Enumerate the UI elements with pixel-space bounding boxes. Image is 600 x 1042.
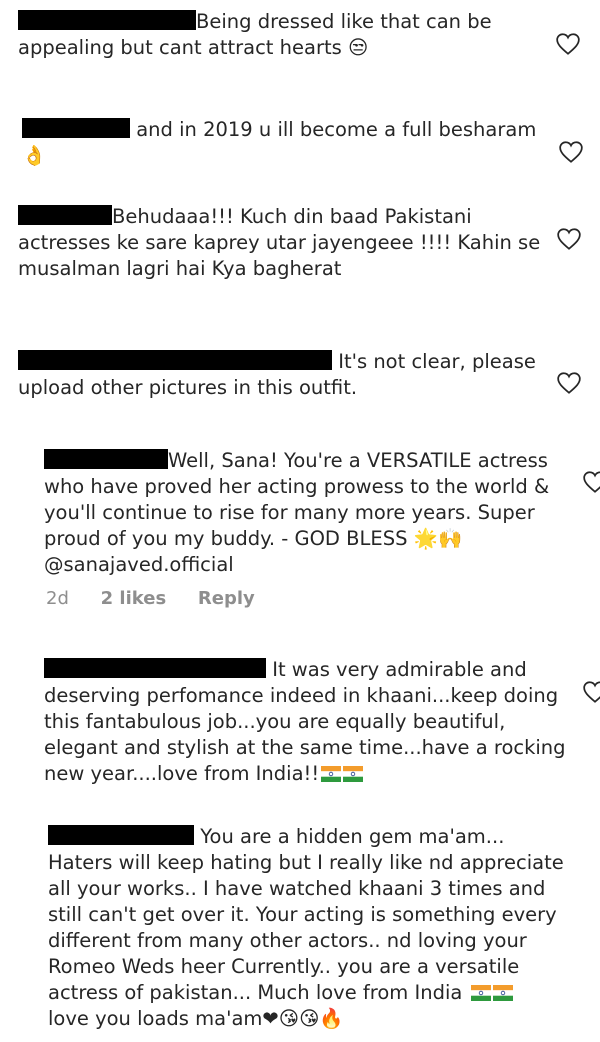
comment-text-line: upload other pictures in this outfit. — [18, 376, 358, 399]
comment-text-line: actress of pakistan... Much love from In… — [48, 981, 463, 1004]
like-heart-icon[interactable] — [556, 227, 582, 251]
comment-text-line: Romeo Weds heer Currently.. you are a ve… — [48, 955, 520, 978]
india-flag-icon — [492, 982, 513, 1001]
comment-4: It's not clear, please upload other pict… — [18, 349, 536, 401]
comment-2: and in 2019 u ill become a full besharam… — [22, 117, 536, 169]
comment-text-line: love you loads ma'am — [48, 1007, 263, 1030]
comment-3: Behudaaa!!! Kuch din baad Pakistani actr… — [18, 204, 540, 282]
comment-text-line: Being dressed like that can be — [196, 10, 492, 33]
comment-6: It was very admirable and deserving perf… — [44, 657, 566, 787]
comment-text-line: proud of you my buddy. - GOD BLESS — [44, 527, 408, 550]
india-flag-icon — [343, 763, 364, 782]
comment-meta: 2d 2 likes Reply — [46, 588, 281, 609]
comment-1: Being dressed like that can be appealing… — [18, 9, 492, 61]
emoji: 👌 — [22, 144, 47, 167]
comment-7: You are a hidden gem ma'am... Haters wil… — [48, 824, 564, 1032]
comment-text-line: You are a hidden gem ma'am... — [200, 825, 505, 848]
reply-button[interactable]: Reply — [198, 588, 255, 609]
india-flag-icon — [321, 763, 342, 782]
comment-text-line: musalman lagri hai Kya bagherat — [18, 257, 342, 280]
like-heart-icon[interactable] — [555, 32, 581, 56]
comment-text-line: deserving perfomance indeed in khaani...… — [44, 684, 559, 707]
comment-text-line: new year....love from India!! — [44, 762, 320, 785]
redacted-username — [48, 825, 194, 845]
emoji: 🌟🙌 — [413, 527, 463, 550]
redacted-username — [44, 449, 168, 469]
redacted-username — [18, 350, 332, 370]
redacted-username — [44, 658, 266, 678]
comment-text-line: and in 2019 u ill become a full besharam — [136, 118, 537, 141]
comment-5: Well, Sana! You're a VERSATILE actress w… — [44, 448, 549, 578]
redacted-username — [18, 205, 112, 225]
emoji: ❤😘😘🔥 — [262, 1007, 344, 1030]
comment-text-line: Haters will keep hating but I really lik… — [48, 851, 564, 874]
timestamp: 2d — [46, 588, 69, 609]
redacted-username — [18, 10, 196, 30]
comment-text-line: actresses ke sare kaprey utar jayengeee … — [18, 231, 541, 254]
likes-count[interactable]: 2 likes — [101, 588, 167, 609]
emoji: 😒 — [347, 36, 369, 59]
like-heart-icon[interactable] — [556, 371, 582, 395]
comment-text-line: who have proved her acting prowess to th… — [44, 475, 550, 498]
india-flag-icon — [470, 982, 491, 1001]
like-heart-icon[interactable] — [582, 680, 600, 704]
comment-text-line: still can't get over it. Your acting is … — [48, 903, 557, 926]
like-heart-icon[interactable] — [582, 470, 600, 494]
comment-text-line: this fantabulous job...you are equally b… — [44, 710, 506, 733]
comment-text-line: It was very admirable and — [272, 658, 527, 681]
comment-text-line: Well, Sana! You're a VERSATILE actress — [168, 449, 548, 472]
mention-link[interactable]: @sanajaved.official — [44, 552, 549, 578]
comment-text-line: Behudaaa!!! Kuch din baad Pakistani — [112, 205, 472, 228]
comment-text-line: all your works.. I have watched khaani 3… — [48, 877, 546, 900]
like-heart-icon[interactable] — [558, 140, 584, 164]
redacted-username — [22, 118, 130, 138]
comment-text-line: elegant and stylish at the same time...h… — [44, 736, 566, 759]
comment-text-line: you'll continue to rise for many more ye… — [44, 501, 535, 524]
comment-text-line: appealing but cant attract hearts — [18, 36, 342, 59]
comment-text-line: different from many other actors.. nd lo… — [48, 929, 527, 952]
comment-text-line: It's not clear, please — [338, 350, 536, 373]
